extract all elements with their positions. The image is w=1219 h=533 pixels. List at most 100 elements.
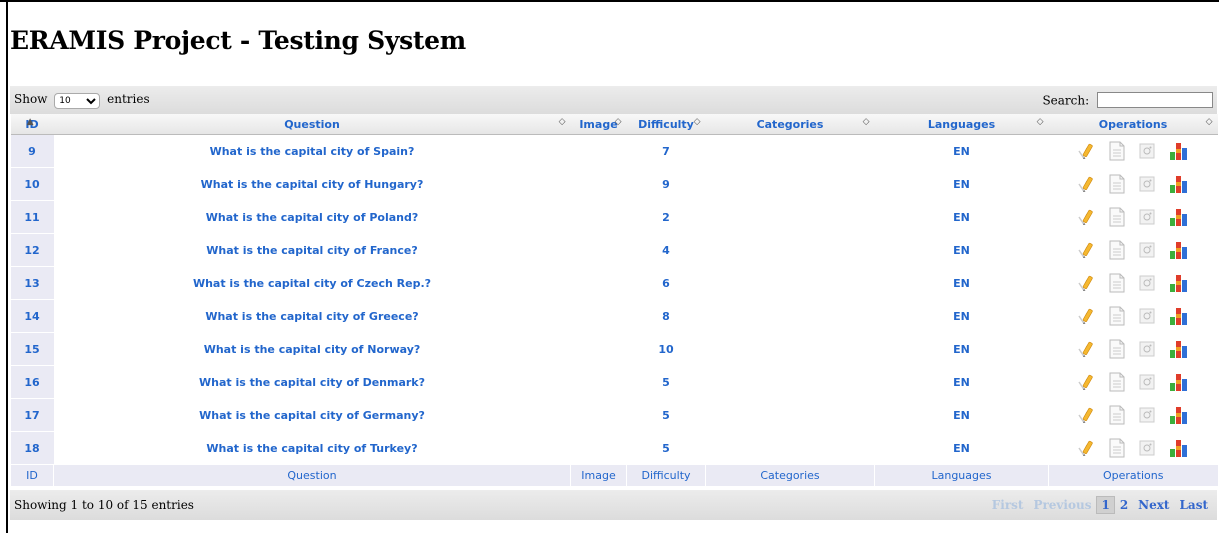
row-image [570,398,627,432]
row-id: 14 [10,299,54,333]
question-link[interactable]: What is the capital city of Denmark? [199,376,425,389]
search-input[interactable] [1097,92,1213,108]
page-2-button[interactable]: 2 [1115,498,1133,512]
row-id: 13 [10,266,54,300]
document-icon[interactable] [1109,174,1125,194]
stats-icon[interactable] [1169,273,1189,293]
stats-icon[interactable] [1169,207,1189,227]
footer-id: ID [10,464,54,486]
first-page-button[interactable]: First [987,498,1029,512]
image-icon[interactable] [1139,440,1155,456]
question-link[interactable]: What is the capital city of Hungary? [201,178,424,191]
question-link[interactable]: What is the capital city of Greece? [205,310,418,323]
edit-icon[interactable] [1077,373,1095,391]
question-link[interactable]: What is the capital city of Spain? [210,145,415,158]
column-header-operations[interactable]: Operations ◇ [1048,114,1218,135]
edit-icon[interactable] [1077,274,1095,292]
document-icon[interactable] [1109,240,1125,260]
question-link[interactable]: What is the capital city of Turkey? [206,442,417,455]
footer-image: Image [570,464,627,486]
document-icon[interactable] [1109,306,1125,326]
row-image [570,299,627,333]
row-languages: EN [874,365,1049,399]
stats-icon[interactable] [1169,306,1189,326]
question-link[interactable]: What is the capital city of Czech Rep.? [193,277,431,290]
row-question: What is the capital city of Norway? [53,332,571,366]
row-languages: EN [874,299,1049,333]
last-page-button[interactable]: Last [1174,498,1213,512]
sort-ascending-icon: ▲ [26,117,34,127]
row-categories [705,365,875,399]
column-header-difficulty[interactable]: Difficulty ◇ [626,114,706,135]
row-image [570,332,627,366]
row-image [570,233,627,267]
edit-icon[interactable] [1077,142,1095,160]
window-top-border [0,0,1219,2]
row-difficulty: 5 [626,431,706,465]
row-languages: EN [874,332,1049,366]
column-header-id[interactable]: ID ▲ [10,114,54,135]
stats-icon[interactable] [1169,405,1189,425]
stats-icon[interactable] [1169,174,1189,194]
document-icon[interactable] [1109,207,1125,227]
previous-page-button[interactable]: Previous [1028,498,1096,512]
page-size-control: Show 10 entries [14,92,150,109]
edit-icon[interactable] [1077,307,1095,325]
column-header-categories[interactable]: Categories ◇ [705,114,875,135]
document-icon[interactable] [1109,372,1125,392]
question-link[interactable]: What is the capital city of Poland? [206,211,419,224]
edit-icon[interactable] [1077,340,1095,358]
edit-icon[interactable] [1077,406,1095,424]
document-icon[interactable] [1109,339,1125,359]
row-question: What is the capital city of Germany? [53,398,571,432]
image-icon[interactable] [1139,407,1155,423]
stats-icon[interactable] [1169,141,1189,161]
document-icon[interactable] [1109,273,1125,293]
sort-icon: ◇ [558,117,566,127]
edit-icon[interactable] [1077,241,1095,259]
question-link[interactable]: What is the capital city of France? [206,244,417,257]
image-icon[interactable] [1139,209,1155,225]
image-icon[interactable] [1139,176,1155,192]
image-icon[interactable] [1139,374,1155,390]
row-languages: EN [874,134,1049,168]
column-header-languages[interactable]: Languages ◇ [874,114,1049,135]
row-operations [1048,332,1218,366]
image-icon[interactable] [1139,308,1155,324]
edit-icon[interactable] [1077,208,1095,226]
stats-icon[interactable] [1169,438,1189,458]
image-icon[interactable] [1139,143,1155,159]
document-icon[interactable] [1109,141,1125,161]
stats-icon[interactable] [1169,240,1189,260]
row-question: What is the capital city of Czech Rep.? [53,266,571,300]
image-icon[interactable] [1139,242,1155,258]
footer-question: Question [53,464,571,486]
table-row: 12 What is the capital city of France? 4 EN [10,233,1218,267]
stats-icon[interactable] [1169,372,1189,392]
document-icon[interactable] [1109,438,1125,458]
question-link[interactable]: What is the capital city of Norway? [204,343,421,356]
row-image [570,167,627,201]
footer-categories: Categories [705,464,875,486]
image-icon[interactable] [1139,275,1155,291]
entries-label: entries [107,91,150,106]
column-header-question[interactable]: Question ◇ [53,114,571,135]
row-question: What is the capital city of Spain? [53,134,571,168]
stats-icon[interactable] [1169,339,1189,359]
document-icon[interactable] [1109,405,1125,425]
next-page-button[interactable]: Next [1133,498,1174,512]
row-languages: EN [874,266,1049,300]
page-size-select[interactable]: 10 [54,92,101,109]
pagination: First Previous 1 2 Next Last [987,496,1213,514]
table-row: 13 What is the capital city of Czech Rep.… [10,266,1218,300]
page-1-button[interactable]: 1 [1096,496,1115,514]
row-question: What is the capital city of Denmark? [53,365,571,399]
edit-icon[interactable] [1077,439,1095,457]
edit-icon[interactable] [1077,175,1095,193]
image-icon[interactable] [1139,341,1155,357]
question-link[interactable]: What is the capital city of Germany? [199,409,425,422]
column-header-image[interactable]: Image ◇ [570,114,627,135]
row-languages: EN [874,398,1049,432]
window-left-border [6,0,8,533]
row-categories [705,266,875,300]
